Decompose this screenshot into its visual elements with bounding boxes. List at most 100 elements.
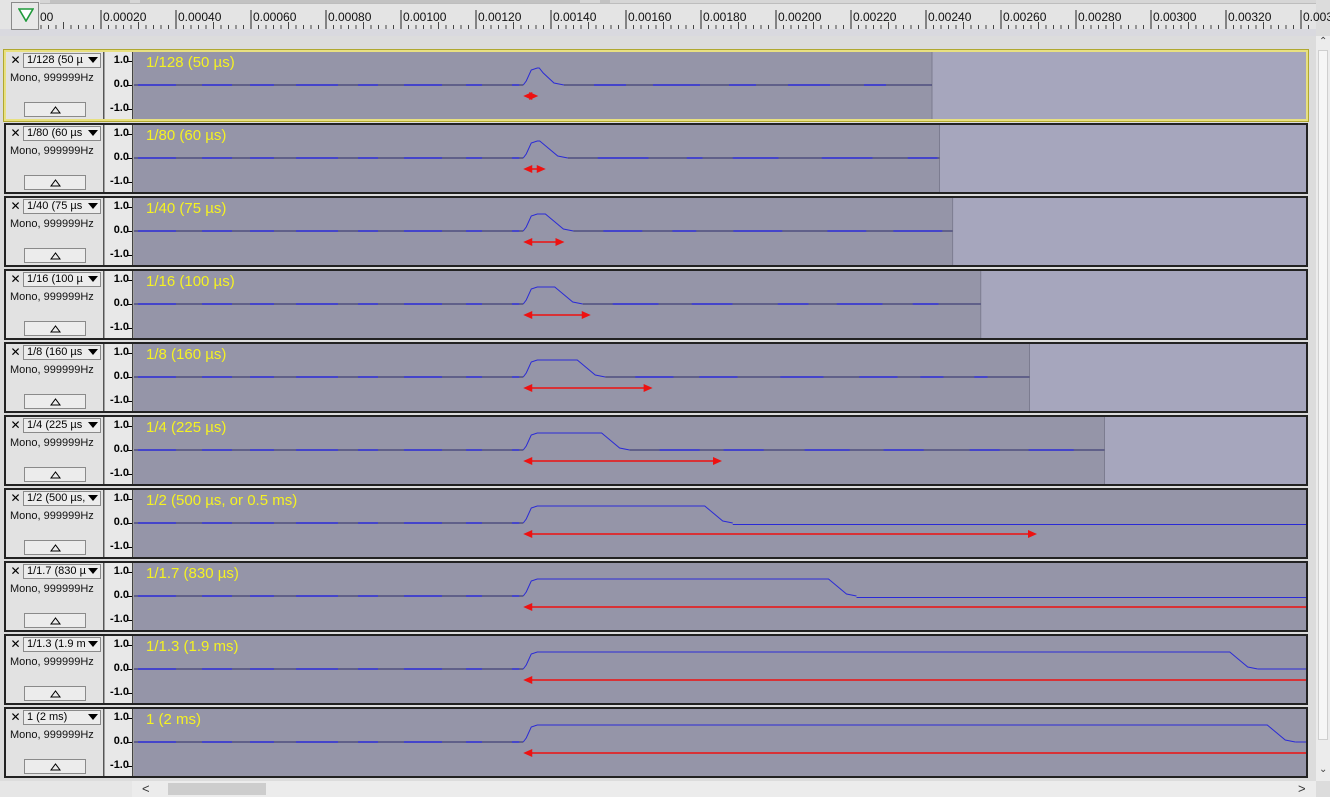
track-name-menu[interactable]: 1/16 (100 µ xyxy=(23,272,101,287)
audio-track[interactable]: ✕ 1/4 (225 µs Mono, 999999Hz 1.0 0.0 -1.… xyxy=(4,415,1308,486)
close-track-icon[interactable]: ✕ xyxy=(9,565,22,578)
dropdown-arrow-icon xyxy=(88,203,98,209)
close-track-icon[interactable]: ✕ xyxy=(9,638,22,651)
vertical-scale[interactable]: 1.0 0.0 -1.0 xyxy=(105,271,133,338)
track-name-menu[interactable]: 1 (2 ms) xyxy=(23,710,101,725)
waveform-area[interactable] xyxy=(134,417,1306,484)
close-track-icon[interactable]: ✕ xyxy=(9,54,22,67)
scale-tick xyxy=(128,280,132,281)
collapse-track-button[interactable] xyxy=(24,321,86,336)
waveform-area[interactable] xyxy=(134,490,1306,557)
collapse-track-button[interactable] xyxy=(24,248,86,263)
close-track-icon[interactable]: ✕ xyxy=(9,346,22,359)
track-title: 1/1.7 (830 µs) xyxy=(146,565,239,582)
scale-mid-label: 0.0 xyxy=(113,443,129,455)
waveform-area[interactable] xyxy=(134,198,1306,265)
scale-mid-label: 0.0 xyxy=(113,78,129,90)
collapse-track-button[interactable] xyxy=(24,686,86,701)
scale-bottom-label: -1.0 xyxy=(110,321,129,333)
audio-track[interactable]: ✕ 1 (2 ms) Mono, 999999Hz 1.0 0.0 -1.0 1… xyxy=(4,707,1308,778)
vertical-scale[interactable]: 1.0 0.0 -1.0 xyxy=(105,563,133,630)
audio-track[interactable]: ✕ 1/8 (160 µs Mono, 999999Hz 1.0 0.0 -1.… xyxy=(4,342,1308,413)
scale-bottom-label: -1.0 xyxy=(110,102,129,114)
ruler-tick-label: 0.00040 xyxy=(178,10,222,24)
collapse-arrow-icon xyxy=(50,179,61,187)
audio-track[interactable]: ✕ 1/80 (60 µs Mono, 999999Hz 1.0 0.0 -1.… xyxy=(4,123,1308,194)
track-name-menu[interactable]: 1/1.7 (830 µ xyxy=(23,564,101,579)
track-name-menu[interactable]: 1/128 (50 µ xyxy=(23,53,101,68)
close-track-icon[interactable]: ✕ xyxy=(9,492,22,505)
timeline-options-button[interactable] xyxy=(11,2,39,30)
audio-track[interactable]: ✕ 1/2 (500 µs, Mono, 999999Hz 1.0 0.0 -1… xyxy=(4,488,1308,559)
scroll-up-icon[interactable]: ⌃ xyxy=(1319,36,1327,47)
timeline-ruler[interactable]: 00 0.00020 0.00040 0.00060 0.00080 0.00100 0.0… xyxy=(0,0,1330,36)
audio-track[interactable]: ✕ 1/1.3 (1.9 m Mono, 999999Hz 1.0 0.0 -1… xyxy=(4,634,1308,705)
waveform-area[interactable] xyxy=(134,125,1306,192)
waveform-svg xyxy=(134,344,1030,411)
track-title: 1/80 (60 µs) xyxy=(146,127,227,144)
waveform-area[interactable] xyxy=(134,563,1306,630)
track-name: 1/4 (225 µs xyxy=(27,419,83,431)
waveform-area[interactable] xyxy=(134,52,1306,119)
track-name-menu[interactable]: 1/40 (75 µs xyxy=(23,199,101,214)
waveform-area[interactable] xyxy=(134,709,1306,776)
triangle-down-icon xyxy=(18,8,34,22)
track-name-menu[interactable]: 1/1.3 (1.9 m xyxy=(23,637,101,652)
vertical-scroll-thumb[interactable] xyxy=(1318,50,1328,740)
vertical-scale[interactable]: 1.0 0.0 -1.0 xyxy=(105,636,133,703)
collapse-track-button[interactable] xyxy=(24,613,86,628)
vertical-scale[interactable]: 1.0 0.0 -1.0 xyxy=(105,125,133,192)
track-name-menu[interactable]: 1/80 (60 µs xyxy=(23,126,101,141)
track-name-menu[interactable]: 1/2 (500 µs, xyxy=(23,491,101,506)
horizontal-scroll-thumb[interactable] xyxy=(168,783,266,795)
vertical-scale[interactable]: 1.0 0.0 -1.0 xyxy=(105,709,133,776)
waveform-area[interactable] xyxy=(134,344,1306,411)
scale-tick xyxy=(128,377,132,378)
scale-tick xyxy=(128,207,132,208)
scroll-right-icon[interactable]: > xyxy=(1298,781,1306,796)
horizontal-scrollbar[interactable]: < > xyxy=(132,781,1316,797)
close-track-icon[interactable]: ✕ xyxy=(9,419,22,432)
vertical-scale[interactable]: 1.0 0.0 -1.0 xyxy=(105,490,133,557)
waveform-area[interactable] xyxy=(134,636,1306,703)
scroll-left-icon[interactable]: < xyxy=(142,781,150,796)
vertical-scale[interactable]: 1.0 0.0 -1.0 xyxy=(105,198,133,265)
collapse-track-button[interactable] xyxy=(24,467,86,482)
collapse-arrow-icon xyxy=(50,471,61,479)
collapse-track-button[interactable] xyxy=(24,759,86,774)
audio-track[interactable]: ✕ 1/128 (50 µ Mono, 999999Hz 1.0 0.0 -1.… xyxy=(4,50,1308,121)
scroll-down-icon[interactable]: ⌄ xyxy=(1319,764,1327,775)
scale-tick xyxy=(128,499,132,500)
close-track-icon[interactable]: ✕ xyxy=(9,711,22,724)
waveform-area[interactable] xyxy=(134,271,1306,338)
close-track-icon[interactable]: ✕ xyxy=(9,200,22,213)
audio-track[interactable]: ✕ 1/1.7 (830 µ Mono, 999999Hz 1.0 0.0 -1… xyxy=(4,561,1308,632)
track-name-menu[interactable]: 1/8 (160 µs xyxy=(23,345,101,360)
track-name-menu[interactable]: 1/4 (225 µs xyxy=(23,418,101,433)
scale-mid-label: 0.0 xyxy=(113,516,129,528)
audio-track[interactable]: ✕ 1/40 (75 µs Mono, 999999Hz 1.0 0.0 -1.… xyxy=(4,196,1308,267)
scale-tick xyxy=(128,742,132,743)
scale-top-label: 1.0 xyxy=(113,273,129,285)
waveform-svg xyxy=(134,563,1306,630)
track-name: 1/8 (160 µs xyxy=(27,346,83,358)
collapse-track-button[interactable] xyxy=(24,102,86,117)
dropdown-arrow-icon xyxy=(88,568,98,574)
track-control-panel: ✕ 1/2 (500 µs, Mono, 999999Hz xyxy=(6,490,104,557)
collapse-track-button[interactable] xyxy=(24,175,86,190)
scale-tick xyxy=(128,85,132,86)
vertical-scale[interactable]: 1.0 0.0 -1.0 xyxy=(105,344,133,411)
track-control-panel: ✕ 1/4 (225 µs Mono, 999999Hz xyxy=(6,417,104,484)
scale-top-label: 1.0 xyxy=(113,419,129,431)
vertical-scrollbar[interactable]: ⌃ ⌄ xyxy=(1316,36,1330,781)
collapse-track-button[interactable] xyxy=(24,540,86,555)
scale-top-label: 1.0 xyxy=(113,127,129,139)
scale-tick xyxy=(128,450,132,451)
close-track-icon[interactable]: ✕ xyxy=(9,273,22,286)
close-track-icon[interactable]: ✕ xyxy=(9,127,22,140)
vertical-scale[interactable]: 1.0 0.0 -1.0 xyxy=(105,417,133,484)
collapse-track-button[interactable] xyxy=(24,394,86,409)
audio-track[interactable]: ✕ 1/16 (100 µ Mono, 999999Hz 1.0 0.0 -1.… xyxy=(4,269,1308,340)
vertical-scale[interactable]: 1.0 0.0 -1.0 xyxy=(105,52,133,119)
track-control-panel: ✕ 1 (2 ms) Mono, 999999Hz xyxy=(6,709,104,776)
